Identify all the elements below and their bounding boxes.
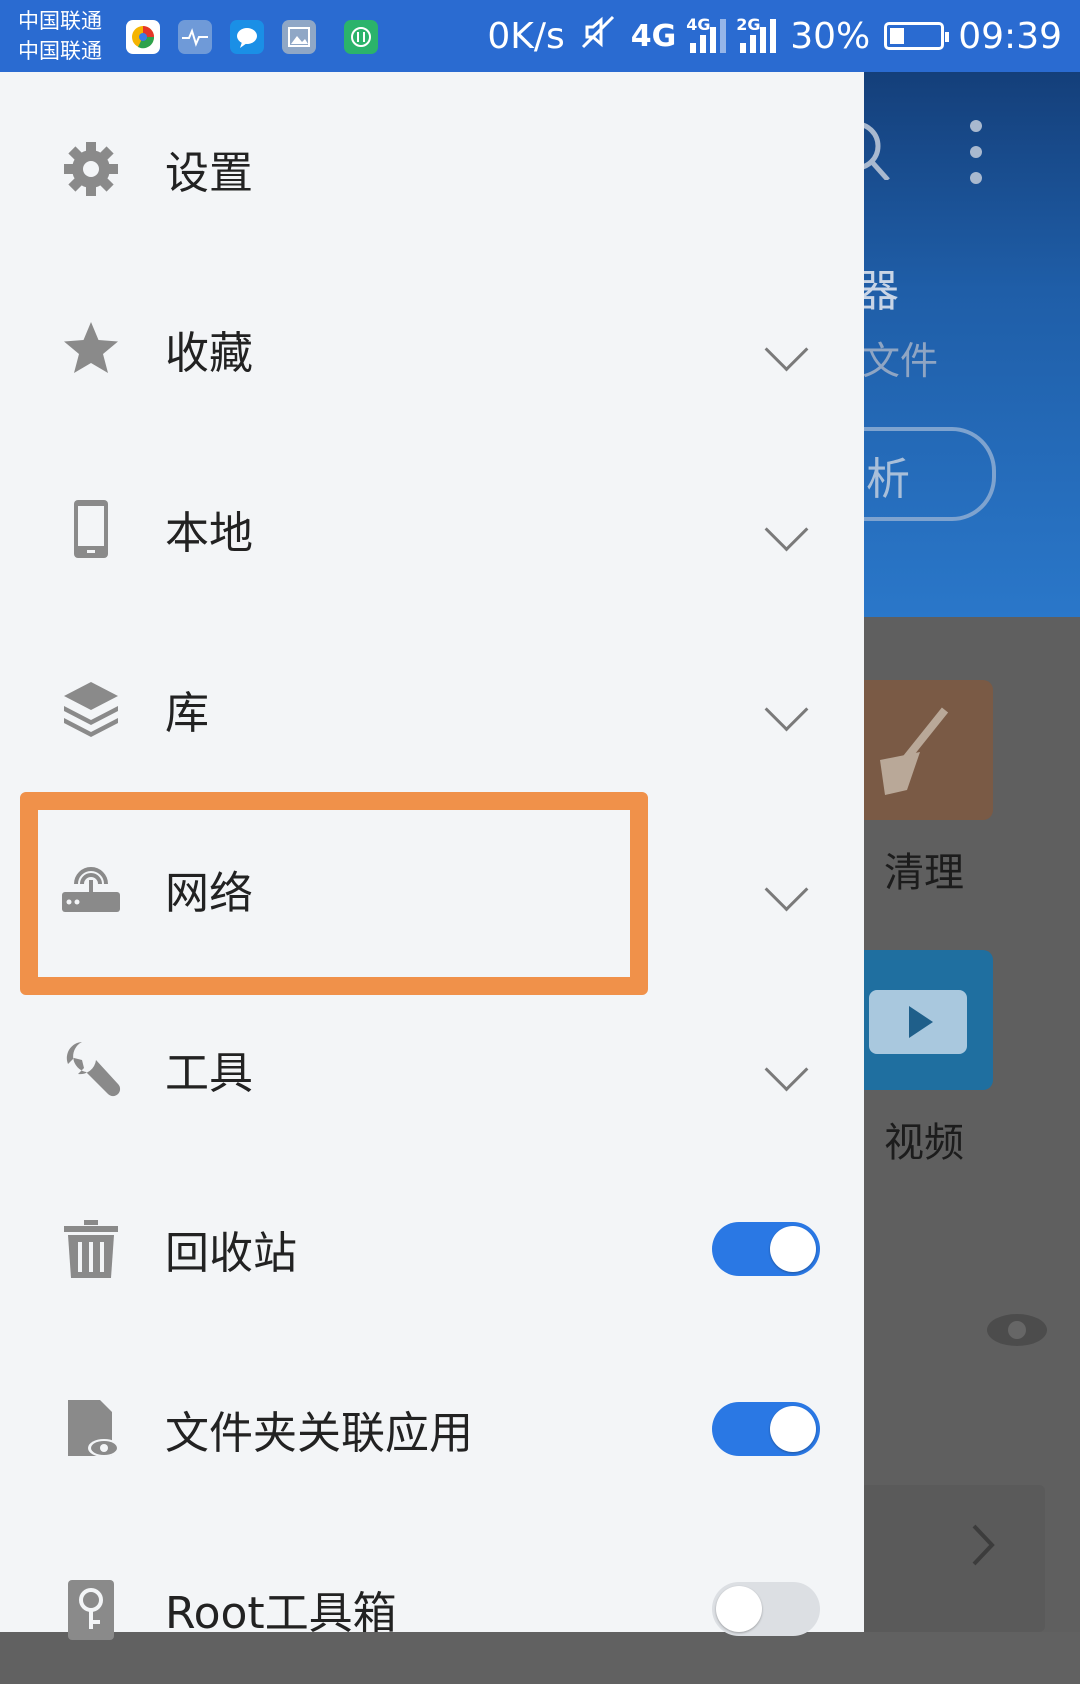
- drawer-item-local[interactable]: 本地: [0, 454, 864, 604]
- message-icon: [230, 20, 264, 54]
- video-tile-icon: [845, 950, 993, 1090]
- drawer-item-settings[interactable]: 设置: [0, 94, 864, 244]
- toggle-knob: [716, 1586, 762, 1632]
- drawer-item-favorites[interactable]: 收藏: [0, 274, 864, 424]
- sync-icon: [344, 20, 378, 54]
- carrier-1: 中国联通: [18, 9, 102, 33]
- background-button-label: 析: [866, 454, 910, 505]
- carrier-labels: 中国联通 中国联通: [18, 6, 102, 66]
- mute-icon: [579, 13, 617, 60]
- background-card: [860, 1485, 1045, 1632]
- star-icon: [60, 318, 122, 380]
- gallery-icon: [282, 20, 316, 54]
- root-toolbox-toggle[interactable]: [712, 1582, 820, 1636]
- search-icon: [860, 121, 890, 180]
- chevron-down-icon[interactable]: [764, 507, 809, 551]
- toggle-knob: [770, 1226, 816, 1272]
- drawer-item-folder-app-association[interactable]: 文件夹关联应用: [0, 1354, 864, 1504]
- chevron-down-icon[interactable]: [764, 687, 809, 731]
- drawer-item-label: 库: [165, 688, 209, 739]
- recycle-bin-toggle[interactable]: [712, 1222, 820, 1276]
- wrench-icon: [60, 1038, 122, 1100]
- battery-icon: [884, 22, 950, 50]
- drawer-item-root-toolbox[interactable]: Root工具箱: [0, 1534, 864, 1684]
- signal-icon-1: 4G: [686, 15, 727, 53]
- folder-app-association-toggle[interactable]: [712, 1402, 820, 1456]
- root-key-icon: [60, 1578, 122, 1640]
- eye-icon: [987, 1314, 1047, 1346]
- drawer-item-label: 收藏: [165, 328, 253, 379]
- drawer-item-label: 文件夹关联应用: [165, 1408, 473, 1459]
- carrier-2: 中国联通: [18, 39, 102, 63]
- net-type-1: 4G: [630, 18, 677, 54]
- drawer-item-recycle-bin[interactable]: 回收站: [0, 1174, 864, 1324]
- drawer-item-label: 本地: [165, 508, 253, 559]
- trash-icon: [60, 1218, 122, 1280]
- phone-icon: [60, 498, 122, 560]
- drawer-item-label: 回收站: [165, 1228, 297, 1279]
- net-type-3: 2G: [736, 15, 761, 34]
- network-highlight-box: [20, 792, 648, 995]
- folder-eye-icon: [60, 1398, 122, 1460]
- layers-icon: [60, 678, 122, 740]
- status-bar: 中国联通 中国联通 0K/s 4G 4G 2G 30% 09:39: [0, 0, 1080, 72]
- drawer-item-library[interactable]: 库: [0, 634, 864, 784]
- health-icon: [178, 20, 212, 54]
- chevron-down-icon[interactable]: [764, 1047, 809, 1091]
- battery-fill: [890, 28, 905, 44]
- clean-tile-icon: [845, 680, 993, 820]
- clean-tile-label: 清理: [884, 850, 964, 896]
- chevron-right-icon: [972, 1524, 995, 1566]
- clock: 09:39: [958, 15, 1062, 57]
- background-subtitle: 文件: [862, 339, 939, 383]
- drawer-item-tools[interactable]: 工具: [0, 994, 864, 1144]
- net-speed: 0K/s: [487, 15, 565, 57]
- battery-percent: 30%: [790, 15, 871, 57]
- chevron-down-icon[interactable]: [764, 327, 809, 371]
- overflow-menu-icon: [970, 120, 984, 198]
- chevron-down-icon[interactable]: [764, 867, 809, 911]
- drawer-item-label: 设置: [165, 148, 253, 199]
- signal-icon-2: 2G: [736, 15, 777, 53]
- drawer-item-label: Root工具箱: [165, 1588, 397, 1639]
- status-right: 0K/s 4G 4G 2G 30% 09:39: [487, 12, 1062, 60]
- video-tile-label: 视频: [884, 1120, 964, 1166]
- browser-icon: [126, 20, 160, 54]
- toggle-knob: [770, 1406, 816, 1452]
- net-type-2: 4G: [686, 15, 711, 34]
- gear-icon: [60, 138, 122, 200]
- drawer-item-label: 工具: [165, 1048, 253, 1099]
